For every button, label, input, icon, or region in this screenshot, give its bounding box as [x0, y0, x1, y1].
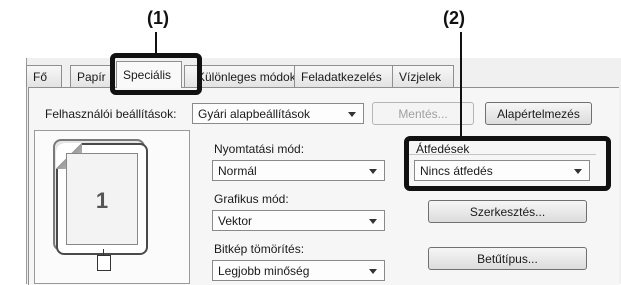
user-settings-value: Gyári alapbeállítások: [198, 107, 311, 121]
page-inner: 1: [66, 153, 138, 245]
tab-special-modes[interactable]: Különleges módok: [184, 65, 296, 87]
graphics-mode-value: Vektor: [218, 214, 253, 228]
graphics-mode-select[interactable]: Vektor: [212, 210, 385, 231]
tab-special[interactable]: Speciális: [116, 61, 182, 88]
tab-paper[interactable]: Papír: [70, 65, 114, 87]
binding-line: [103, 249, 104, 255]
callout-2-leader: [460, 32, 462, 138]
chevron-down-icon: [369, 169, 377, 174]
callout-1-leader: [155, 32, 157, 54]
bitmap-compression-value: Legjobb minőség: [218, 264, 310, 278]
tab-main[interactable]: Fő: [26, 65, 62, 87]
overlays-value: Nincs átfedés: [420, 164, 493, 178]
tab-job-handling[interactable]: Feladatkezelés: [294, 65, 393, 87]
user-settings-label: Felhasználói beállítások:: [45, 107, 177, 121]
bitmap-compression-label: Bitkép tömörítés:: [214, 242, 305, 256]
overlays-select[interactable]: Nincs átfedés: [414, 160, 590, 181]
tab-special-modes-label: Különleges módok: [197, 70, 296, 84]
callout-1-label: (1): [147, 8, 169, 28]
user-settings-select[interactable]: Gyári alapbeállítások: [192, 103, 364, 124]
print-mode-value: Normál: [218, 164, 257, 178]
chevron-down-icon: [369, 219, 377, 224]
chevron-down-icon: [574, 169, 582, 174]
chevron-down-icon: [369, 269, 377, 274]
save-button[interactable]: Mentés...: [372, 102, 474, 125]
tab-watermarks-label: Vízjelek: [399, 70, 442, 84]
page-number: 1: [95, 188, 109, 213]
edit-overlays-button[interactable]: Szerkesztés...: [428, 200, 587, 223]
page-preview: 1: [34, 130, 190, 284]
bitmap-compression-select[interactable]: Legjobb minőség: [212, 260, 385, 281]
tab-special-label: Speciális: [123, 68, 172, 82]
tab-job-handling-label: Feladatkezelés: [301, 70, 382, 84]
tab-main-label: Fő: [33, 70, 48, 84]
graphics-mode-label: Grafikus mód:: [214, 192, 289, 206]
print-mode-label: Nyomtatási mód:: [214, 142, 305, 156]
tab-watermarks[interactable]: Vízjelek: [392, 65, 454, 87]
print-mode-select[interactable]: Normál: [212, 160, 385, 181]
page-icon: 1: [56, 143, 148, 255]
callout-2-label: (2): [443, 8, 465, 28]
tab-paper-label: Papír: [77, 70, 106, 84]
defaults-button[interactable]: Alapértelmezés: [485, 102, 592, 125]
binding-icon: [97, 255, 111, 271]
font-type-button[interactable]: Betűtípus...: [428, 247, 587, 270]
chevron-down-icon: [348, 112, 356, 117]
